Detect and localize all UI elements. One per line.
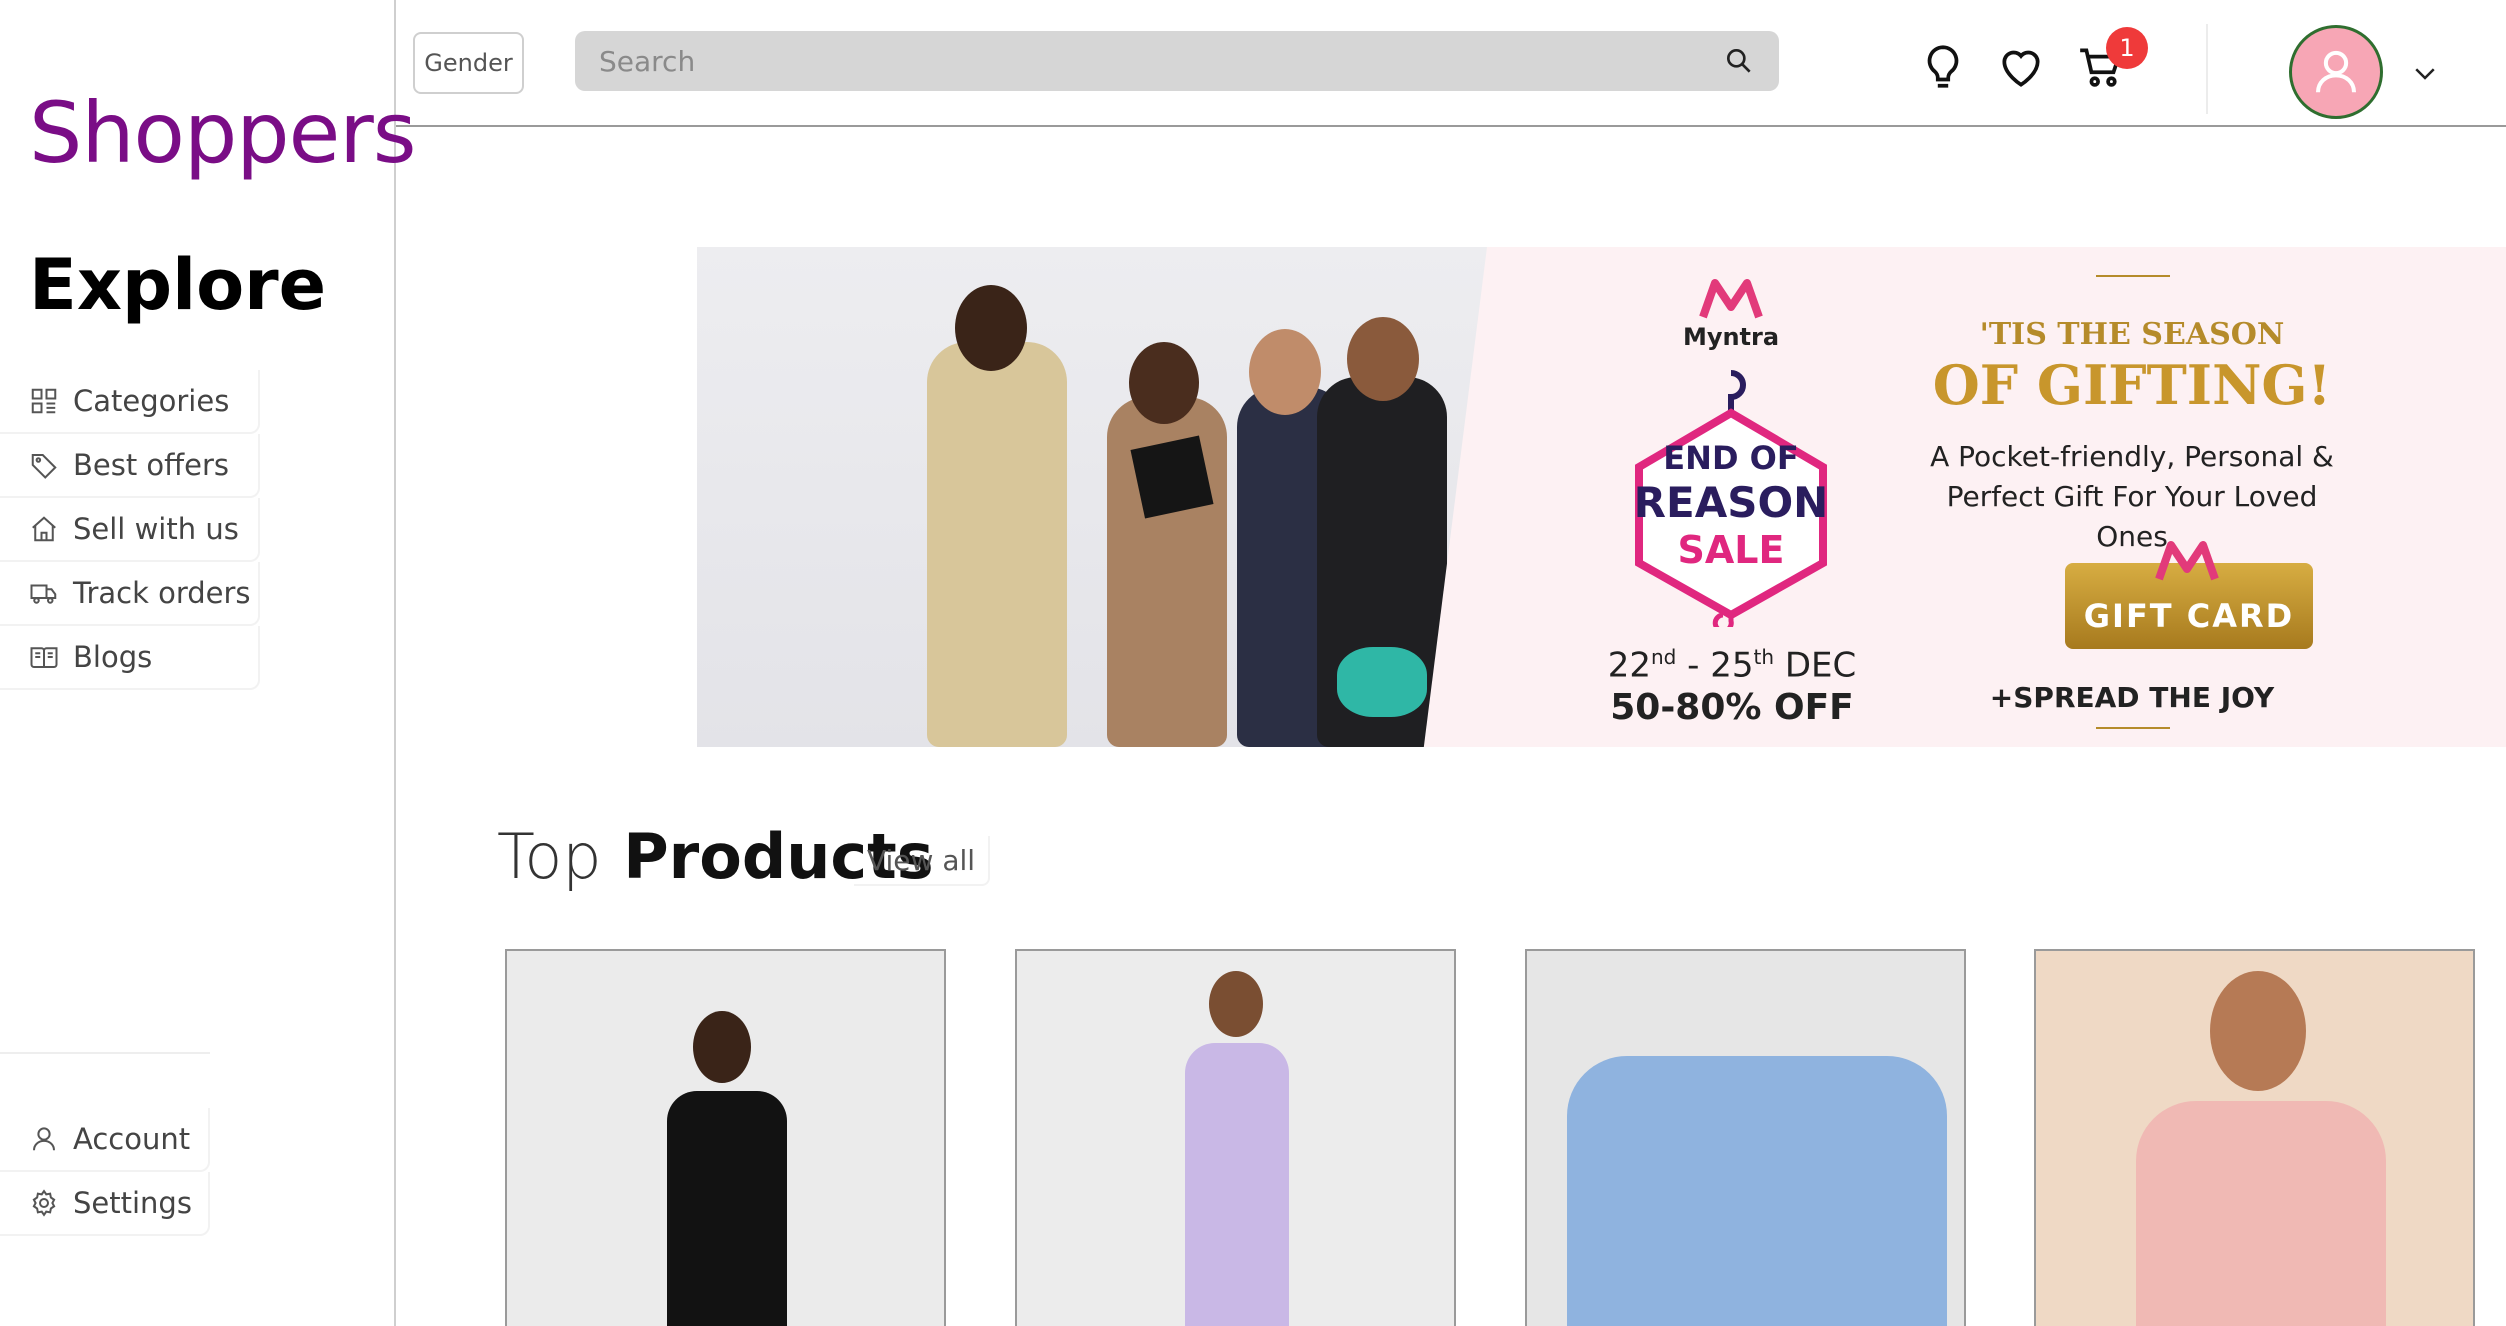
lightbulb-icon[interactable] — [1918, 42, 1968, 92]
sale-line-1: END OF — [1663, 439, 1798, 477]
tag-icon — [31, 454, 57, 479]
bow-decoration — [1337, 647, 1427, 717]
model-head — [1129, 342, 1199, 424]
sidebar-nav: Categories Best offers Sell with us Trac… — [0, 370, 260, 690]
sidebar-item-account[interactable]: Account — [0, 1108, 210, 1172]
explore-heading: Explore — [29, 244, 327, 326]
sidebar-item-label: Best offers — [73, 448, 230, 482]
model-head — [1347, 317, 1419, 401]
gift-description: A Pocket-friendly, Personal & Perfect Gi… — [1907, 437, 2357, 557]
product-image-blouse — [2136, 1101, 2386, 1326]
date-end: - 25 — [1676, 645, 1754, 686]
sidebar-item-label: Sell with us — [73, 512, 239, 546]
product-card[interactable] — [505, 949, 946, 1326]
sidebar-item-label: Account — [73, 1122, 191, 1156]
sidebar-item-categories[interactable]: Categories — [0, 370, 260, 434]
search-icon[interactable] — [1723, 45, 1755, 77]
date-month: DEC — [1774, 645, 1857, 686]
promo-banner[interactable]: Myntra END OF REASON SALE 22nd - 25th DE… — [697, 247, 2506, 747]
sidebar-item-blogs[interactable]: Blogs — [0, 626, 260, 690]
model-head — [955, 285, 1027, 371]
grid-icon — [31, 388, 57, 414]
product-image-dress — [1185, 1043, 1289, 1326]
gift-description-line: A Pocket-friendly, Personal & — [1930, 440, 2334, 473]
user-icon — [33, 1127, 55, 1151]
sidebar-item-label: Categories — [73, 384, 230, 418]
gift-description-line: Perfect Gift For Your Loved Ones — [1946, 480, 2318, 553]
title-light: Top — [497, 820, 602, 893]
avatar[interactable] — [2289, 25, 2383, 119]
gold-divider — [2096, 727, 2170, 729]
brand-logo[interactable]: Shoppers — [29, 84, 417, 182]
date-end-suffix: th — [1753, 645, 1775, 669]
banner-brand: Myntra — [1682, 323, 1780, 351]
gift-box — [1130, 435, 1214, 519]
sidebar-item-sell-with-us[interactable]: Sell with us — [0, 498, 260, 562]
model-figure — [927, 342, 1067, 747]
truck-icon — [30, 584, 57, 604]
sale-line-3: SALE — [1678, 528, 1785, 572]
model-head — [1249, 329, 1321, 415]
sale-dates: 22nd - 25th DEC — [1577, 645, 1887, 685]
sidebar-bottom-nav: Account Settings — [0, 1052, 210, 1236]
book-icon — [30, 647, 58, 668]
sidebar-item-settings[interactable]: Settings — [0, 1172, 210, 1236]
season-tagline: 'TIS THE SEASON — [1979, 317, 2285, 352]
myntra-logo-icon — [1699, 279, 1763, 319]
banner-photo — [697, 247, 1487, 747]
product-card[interactable] — [1525, 949, 1966, 1326]
discount-text: 50-80% OFF — [1610, 687, 1854, 728]
cart-count-badge: 1 — [2106, 27, 2148, 69]
sidebar-item-track-orders[interactable]: Track orders — [0, 562, 260, 626]
gear-icon — [32, 1189, 56, 1217]
chevron-down-icon[interactable] — [2410, 58, 2440, 88]
product-image-top — [1567, 1056, 1947, 1326]
gold-divider — [2096, 275, 2170, 277]
gifting-headline: OF GIFTING! — [1932, 353, 2332, 417]
date-start-suffix: nd — [1650, 645, 1677, 669]
heart-icon[interactable] — [1996, 42, 2046, 92]
sidebar-item-label: Blogs — [73, 640, 153, 674]
topbar: Gender 1 — [396, 0, 2506, 127]
sidebar-item-label: Track orders — [73, 576, 251, 610]
product-card[interactable] — [2034, 949, 2475, 1326]
search-input[interactable] — [575, 31, 1779, 91]
gender-filter-button[interactable]: Gender — [413, 32, 524, 94]
search-bar — [575, 31, 1779, 91]
home-icon — [32, 516, 56, 542]
sale-badge: END OF REASON SALE — [1634, 370, 1829, 627]
sidebar: Shoppers Explore Categories Best offers … — [0, 0, 417, 1326]
date-start: 22 — [1607, 645, 1651, 686]
product-image-head — [2210, 971, 2306, 1091]
sale-line-2: REASON — [1634, 478, 1829, 527]
product-image-dress — [667, 1091, 787, 1326]
sidebar-item-best-offers[interactable]: Best offers — [0, 434, 260, 498]
product-image-head — [693, 1011, 751, 1083]
sidebar-item-label: Settings — [73, 1186, 192, 1220]
product-card[interactable] — [1015, 949, 1456, 1326]
product-image-head — [1209, 971, 1263, 1037]
user-icon — [2315, 50, 2357, 93]
spread-joy-text: +SPREAD THE JOY — [1989, 681, 2275, 714]
topbar-divider — [2206, 24, 2208, 114]
view-all-link[interactable]: View all — [854, 836, 990, 886]
myntra-logo-icon — [2155, 541, 2219, 581]
